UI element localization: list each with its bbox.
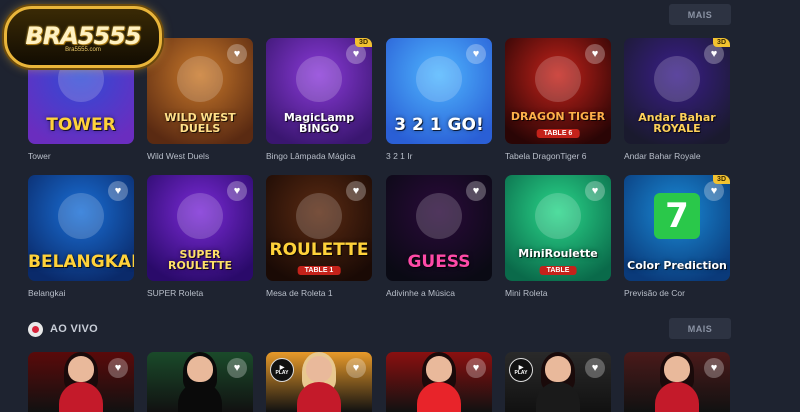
game-name[interactable]: 3 2 1 Ir <box>386 151 504 161</box>
more-live-button[interactable]: MAIS <box>669 318 731 339</box>
game-art-title: Color Prediction <box>627 259 727 272</box>
game-table-badge: TABLE <box>539 266 577 275</box>
dealer-avatar <box>68 356 94 382</box>
game-tile[interactable]: 3 2 1 GO! ♥ <box>386 38 492 144</box>
game-name[interactable]: Andar Bahar Royale <box>624 151 742 161</box>
favorite-heart-icon[interactable]: ♥ <box>346 44 366 64</box>
game-tile[interactable]: MagicLamp BINGO ♥ 3D <box>266 38 372 144</box>
brand-logo[interactable]: BRA5555 Bra5555.com <box>4 6 162 68</box>
game-art-title: WILD WEST DUELS <box>164 111 236 135</box>
dragon-icon <box>535 56 581 102</box>
favorite-heart-icon[interactable]: ♥ <box>108 358 128 378</box>
favorite-heart-icon[interactable]: ♥ <box>466 44 486 64</box>
game-name[interactable]: Bingo Lâmpada Mágica <box>266 151 384 161</box>
dealer-outfit <box>417 382 461 412</box>
live-game-tile[interactable]: ♥ <box>147 352 253 412</box>
favorite-heart-icon[interactable]: ♥ <box>346 181 366 201</box>
dealer-outfit <box>178 382 222 412</box>
live-game-tile[interactable]: ▶ PLAY ♥ <box>266 352 372 412</box>
logo-text: BRA5555 <box>25 21 141 50</box>
more-games-button[interactable]: MAIS <box>669 4 731 25</box>
badge-3d: 3D <box>713 38 730 47</box>
dealer-avatar <box>664 356 690 382</box>
dealer-outfit <box>655 382 699 412</box>
game-tile[interactable]: ROULETTE TABLE 1 ♥ <box>266 175 372 281</box>
game-art-title: 3 2 1 GO! <box>394 115 484 135</box>
dealer-avatar <box>545 356 571 382</box>
favorite-heart-icon[interactable]: ♥ <box>585 358 605 378</box>
dealer-outfit <box>536 382 580 412</box>
game-table-badge: TABLE 6 <box>536 129 580 138</box>
favorite-heart-icon[interactable]: ♥ <box>704 181 724 201</box>
woman-icon <box>654 56 700 102</box>
game-name[interactable]: Belangkai <box>28 288 146 298</box>
live-game-tile[interactable]: ♥ <box>386 352 492 412</box>
game-art-title: MiniRoulette <box>518 247 598 260</box>
favorite-heart-icon[interactable]: ♥ <box>346 358 366 378</box>
live-game-tile[interactable]: ♥ <box>28 352 134 412</box>
badge-3d: 3D <box>355 38 372 47</box>
rocket-icon <box>416 56 462 102</box>
game-table-badge: TABLE 1 <box>297 266 341 275</box>
favorite-heart-icon[interactable]: ♥ <box>585 181 605 201</box>
game-tile[interactable]: 7 Color Prediction ♥ 3D <box>624 175 730 281</box>
live-game-tile[interactable]: ♥ <box>624 352 730 412</box>
dealer-avatar <box>306 356 332 382</box>
game-tile[interactable]: SUPER ROULETTE ♥ <box>147 175 253 281</box>
game-tile[interactable]: DRAGON TIGER TABLE 6 ♥ <box>505 38 611 144</box>
logo-sub: Bra5555.com <box>65 46 101 53</box>
game-tile[interactable]: Andar Bahar ROYALE ♥ 3D <box>624 38 730 144</box>
game-art-title: BELANGKAI <box>28 252 134 272</box>
favorite-heart-icon[interactable]: ♥ <box>227 44 247 64</box>
crab-icon <box>58 193 104 239</box>
game-art-title: DRAGON TIGER <box>510 110 606 123</box>
game-name[interactable]: Mini Roleta <box>505 288 623 298</box>
mini-roulette-icon <box>535 193 581 239</box>
lamp-icon <box>296 56 342 102</box>
favorite-heart-icon[interactable]: ♥ <box>108 181 128 201</box>
favorite-heart-icon[interactable]: ♥ <box>227 358 247 378</box>
game-art-title: MagicLamp BINGO <box>283 111 355 135</box>
play-badge-icon: ▶ PLAY <box>509 358 533 382</box>
game-tile[interactable]: WILD WEST DUELS ♥ <box>147 38 253 144</box>
game-art-title: Andar Bahar ROYALE <box>638 111 716 135</box>
game-name[interactable]: Mesa de Roleta 1 <box>266 288 384 298</box>
game-tile[interactable]: MiniRoulette TABLE ♥ <box>505 175 611 281</box>
seven-icon: 7 <box>654 193 700 239</box>
roulette-icon <box>177 193 223 239</box>
live-section-title: AO VIVO <box>50 323 98 335</box>
game-name[interactable]: Tower <box>28 151 146 161</box>
game-name[interactable]: Previsão de Cor <box>624 288 742 298</box>
live-section-header: AO VIVO <box>28 319 98 339</box>
game-name[interactable]: Adivinhe a Música <box>386 288 504 298</box>
game-tile[interactable]: GUESS ♥ <box>386 175 492 281</box>
game-art-title: ROULETTE <box>269 240 369 260</box>
game-art-title: GUESS <box>407 252 471 272</box>
game-name[interactable]: Tabela DragonTiger 6 <box>505 151 623 161</box>
roulette-wheel-icon <box>296 193 342 239</box>
live-icon <box>28 321 43 337</box>
game-art-title: SUPER ROULETTE <box>167 248 233 272</box>
game-art-title: TOWER <box>46 115 116 135</box>
badge-3d: 3D <box>713 175 730 184</box>
favorite-heart-icon[interactable]: ♥ <box>227 181 247 201</box>
dealer-avatar <box>426 356 452 382</box>
dealer-outfit <box>59 382 103 412</box>
cowboy-icon <box>177 56 223 102</box>
play-badge-icon: ▶ PLAY <box>270 358 294 382</box>
favorite-heart-icon[interactable]: ♥ <box>466 358 486 378</box>
singer-icon <box>416 193 462 239</box>
dealer-outfit <box>297 382 341 412</box>
dealer-avatar <box>187 356 213 382</box>
favorite-heart-icon[interactable]: ♥ <box>585 44 605 64</box>
favorite-heart-icon[interactable]: ♥ <box>704 44 724 64</box>
favorite-heart-icon[interactable]: ♥ <box>704 358 724 378</box>
game-tile[interactable]: BELANGKAI ♥ <box>28 175 134 281</box>
game-name[interactable]: SUPER Roleta <box>147 288 265 298</box>
game-name[interactable]: Wild West Duels <box>147 151 265 161</box>
live-game-tile[interactable]: ▶ PLAY ♥ <box>505 352 611 412</box>
favorite-heart-icon[interactable]: ♥ <box>466 181 486 201</box>
